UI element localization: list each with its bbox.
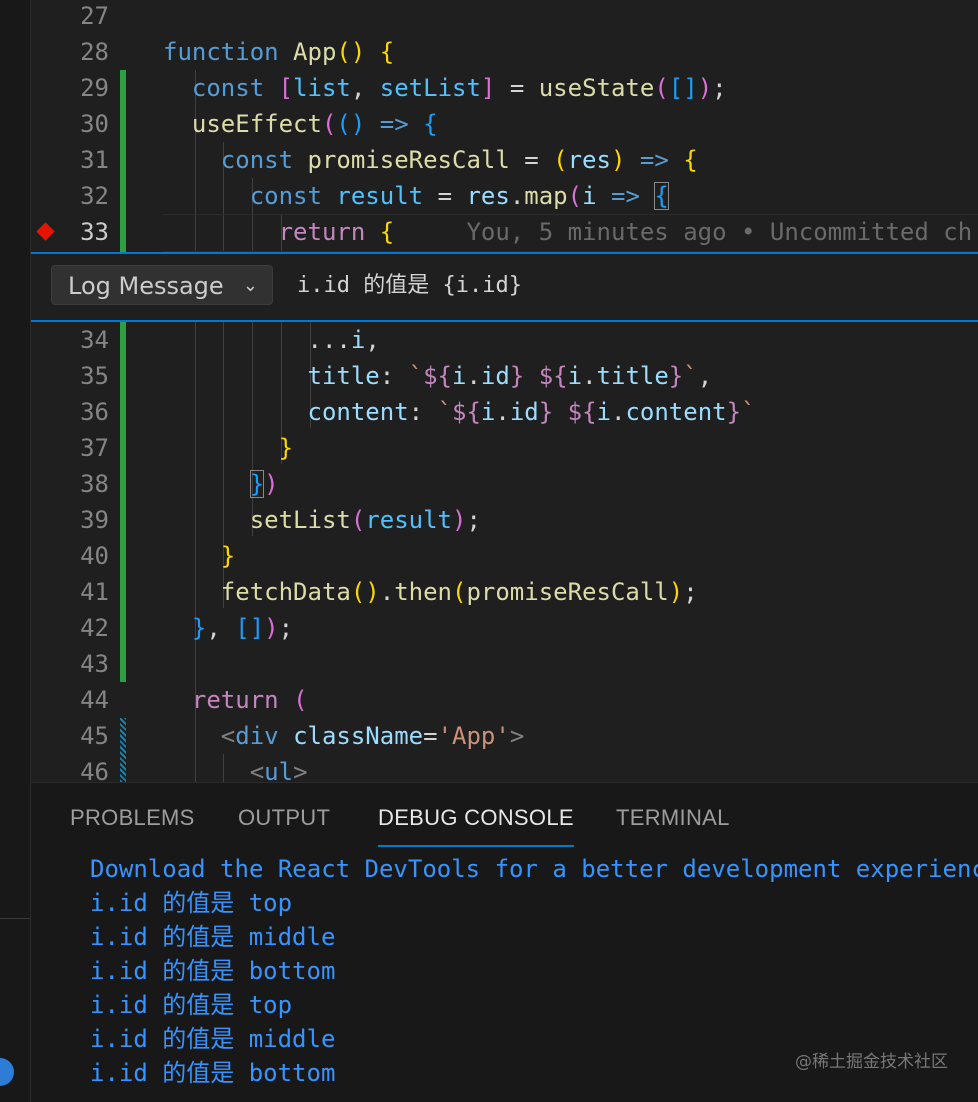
code-text: return ( (191, 686, 308, 714)
console-output-line: i.id 的值是 middle (90, 1025, 336, 1053)
code-line: 39 setList(result); (31, 502, 978, 538)
line-number: 44 (80, 686, 109, 714)
code-line: 28 function App() { (31, 34, 978, 70)
line-number: 43 (80, 650, 109, 678)
code-line: 38 }) (31, 466, 978, 502)
code-line: 45 <div className='App'> (31, 718, 978, 754)
line-number: 34 (80, 326, 109, 354)
code-text: function App() { (163, 38, 395, 66)
code-line: 44 return ( (31, 682, 978, 718)
console-output-line: i.id 的值是 middle (90, 923, 336, 951)
line-number: 41 (80, 578, 109, 606)
code-line: 43 (31, 646, 978, 682)
activity-divider (0, 918, 30, 919)
line-number: 46 (80, 758, 109, 782)
code-text: } (278, 434, 294, 462)
code-line: 46 <ul> (31, 754, 978, 782)
code-text: <div className='App'> (220, 722, 525, 750)
code-text: title: `${i.id} ${i.title}`, (307, 362, 713, 390)
code-line: 37 } (31, 430, 978, 466)
line-number: 35 (80, 362, 109, 390)
tab-output[interactable]: OUTPUT (238, 805, 330, 845)
code-text: const promiseResCall = (res) => { (220, 146, 698, 174)
breakpoint-type-dropdown[interactable]: Log Message ⌄ (51, 265, 273, 305)
code-line: 42 }, []); (31, 610, 978, 646)
line-number: 45 (80, 722, 109, 750)
line-number: 28 (80, 38, 109, 66)
line-number: 40 (80, 542, 109, 570)
tab-debug-console[interactable]: DEBUG CONSOLE (378, 805, 574, 847)
code-text: }, []); (191, 614, 294, 642)
code-text: fetchData().then(promiseResCall); (220, 578, 698, 606)
console-output-line: i.id 的值是 bottom (90, 957, 336, 985)
code-text: }) (249, 470, 279, 498)
tab-terminal[interactable]: TERMINAL (616, 805, 730, 845)
code-editor[interactable]: 27 28 function App() { 29 const [list, s… (31, 0, 978, 782)
code-line: 34 ...i, (31, 322, 978, 358)
console-output-line: Download the React DevTools for a better… (90, 855, 978, 883)
line-number: 31 (80, 146, 109, 174)
line-number: 42 (80, 614, 109, 642)
line-number: 29 (80, 74, 109, 102)
line-number: 37 (80, 434, 109, 462)
code-text: <ul> (249, 758, 308, 782)
log-message-input[interactable]: i.id 的值是 {i.id} (297, 254, 522, 318)
tab-problems[interactable]: PROBLEMS (70, 805, 195, 845)
code-line: 36 content: `${i.id} ${i.content}` (31, 394, 978, 430)
code-text: const result = res.map(i => { (249, 182, 669, 210)
code-line: 29 const [list, setList] = useState([]); (31, 70, 978, 106)
line-number: 38 (80, 470, 109, 498)
breakpoint-type-label: Log Message (68, 272, 224, 300)
line-number: 30 (80, 110, 109, 138)
console-output-line: i.id 的值是 top (90, 991, 293, 1019)
code-text: ...i, (307, 326, 380, 354)
git-blame-annotation: You, 5 minutes ago • Uncommitted ch (466, 218, 973, 246)
line-number: 27 (80, 2, 109, 30)
watermark: @稀土掘金技术社区 (795, 1052, 948, 1072)
code-text: useEffect(() => { (191, 110, 438, 138)
code-line: 27 (31, 0, 978, 34)
code-line: 41 fetchData().then(promiseResCall); (31, 574, 978, 610)
code-text: } (220, 542, 236, 570)
line-number: 33 (80, 218, 109, 246)
code-line: 30 useEffect(() => { (31, 106, 978, 142)
code-line: 33 return { You, 5 minutes ago • Uncommi… (31, 214, 978, 250)
console-output-line: i.id 的值是 top (90, 889, 293, 917)
code-line: 35 title: `${i.id} ${i.title}`, (31, 358, 978, 394)
console-output-line: i.id 的值是 bottom (90, 1059, 336, 1087)
line-number: 32 (80, 182, 109, 210)
line-number: 36 (80, 398, 109, 426)
line-number: 39 (80, 506, 109, 534)
activity-bar (0, 0, 31, 1102)
code-line: 32 const result = res.map(i => { (31, 178, 978, 214)
accounts-icon[interactable] (0, 1058, 14, 1086)
code-text: const [list, setList] = useState([]); (191, 74, 727, 102)
code-line: 31 const promiseResCall = (res) => { (31, 142, 978, 178)
logpoint-widget: Log Message ⌄ i.id 的值是 {i.id} (31, 252, 978, 322)
code-text: return { You, 5 minutes ago • Uncommitte… (278, 218, 973, 246)
code-text: content: `${i.id} ${i.content}` (307, 398, 756, 426)
code-text: setList(result); (249, 506, 481, 534)
chevron-down-icon: ⌄ (242, 275, 258, 296)
code-line: 40 } (31, 538, 978, 574)
